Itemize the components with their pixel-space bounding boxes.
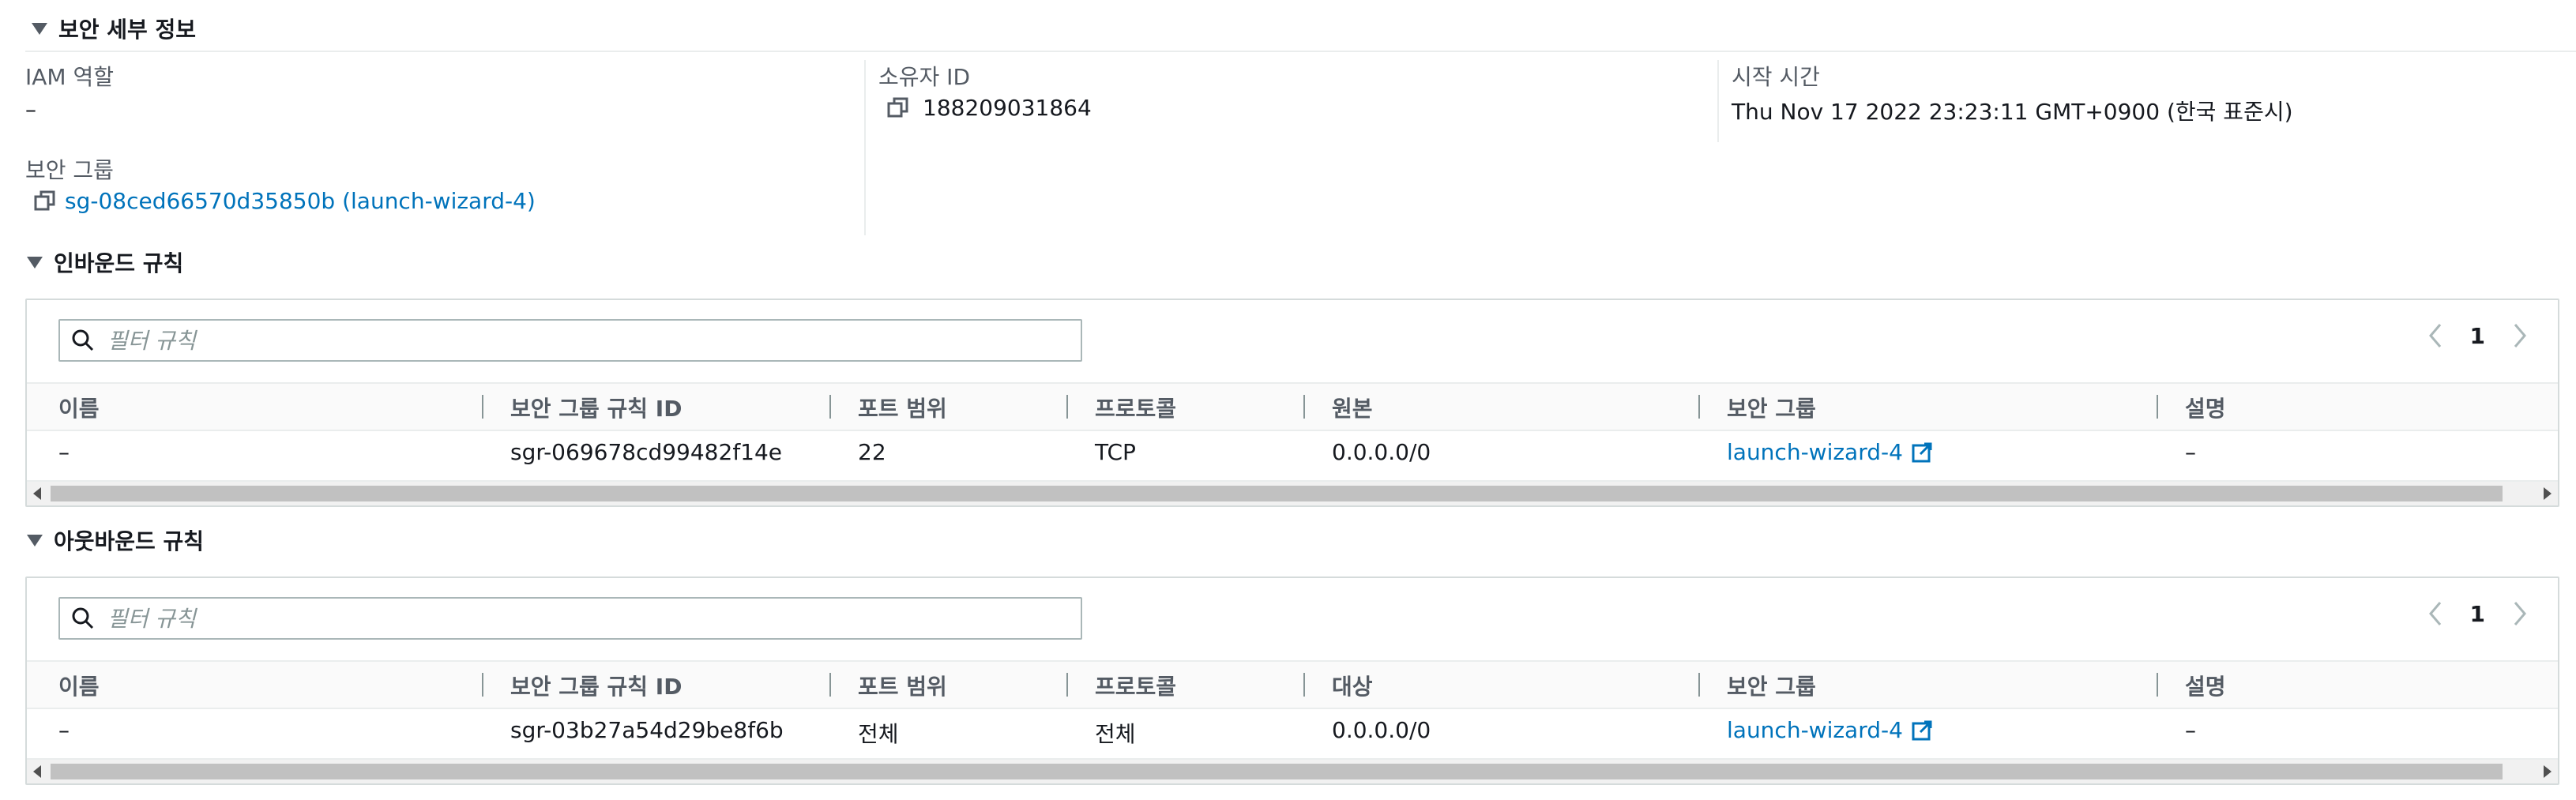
column-resizer[interactable] — [1303, 673, 1305, 697]
caret-down-icon — [27, 534, 43, 546]
outbound-pagination: 1 — [2427, 600, 2528, 627]
cell-description: – — [2185, 439, 2196, 465]
cell-source: 0.0.0.0/0 — [1332, 439, 1431, 465]
column-header-name[interactable]: 이름 — [58, 392, 100, 423]
copy-icon[interactable] — [33, 190, 57, 213]
caret-down-icon — [27, 256, 43, 269]
column-header-port-range[interactable]: 포트 범위 — [858, 392, 947, 423]
page-number[interactable]: 1 — [2470, 323, 2485, 349]
chevron-right-icon[interactable] — [2512, 600, 2528, 627]
external-link-icon[interactable] — [1911, 719, 1933, 742]
chevron-left-icon[interactable] — [2427, 322, 2443, 349]
horizontal-scrollbar[interactable] — [27, 758, 2558, 783]
cell-port-range: 22 — [858, 439, 886, 465]
column-header-rule-id[interactable]: 보안 그룹 규칙 ID — [510, 670, 682, 701]
column-resizer[interactable] — [829, 395, 831, 419]
outbound-rules-toggle[interactable]: 아웃바운드 규칙 — [27, 524, 204, 556]
inbound-filter-input[interactable] — [106, 326, 1041, 355]
owner-id-value: 188209031864 — [923, 95, 1092, 121]
cell-rule-id: sgr-03b27a54d29be8f6b — [510, 717, 784, 743]
column-header-security-group[interactable]: 보안 그룹 — [1727, 670, 1816, 701]
column-header-source[interactable]: 원본 — [1332, 392, 1373, 423]
column-header-protocol[interactable]: 프로토콜 — [1095, 392, 1176, 423]
security-group-link[interactable]: launch-wizard-4 — [1727, 439, 1903, 465]
column-resizer[interactable] — [1066, 673, 1068, 697]
security-groups-label: 보안 그룹 — [25, 157, 114, 183]
chevron-right-icon[interactable] — [2512, 322, 2528, 349]
column-divider — [864, 60, 866, 235]
cell-security-group: launch-wizard-4 — [1727, 439, 1933, 465]
security-details-title: 보안 세부 정보 — [58, 17, 197, 43]
column-resizer[interactable] — [829, 673, 831, 697]
owner-id: 188209031864 — [886, 95, 1092, 121]
start-time-label: 시작 시간 — [1732, 64, 1820, 90]
inbound-rules-table: 1 이름 보안 그룹 규칙 ID 포트 범위 프로토콜 원본 보안 그룹 설명 … — [25, 299, 2559, 507]
scroll-left-arrow-icon[interactable] — [33, 487, 41, 500]
column-header-rule-id[interactable]: 보안 그룹 규칙 ID — [510, 392, 682, 423]
outbound-filter[interactable] — [58, 597, 1082, 640]
inbound-pagination: 1 — [2427, 322, 2528, 349]
inbound-rules-title: 인바운드 규칙 — [54, 250, 184, 276]
copy-icon[interactable] — [886, 96, 910, 120]
security-group-item: sg-08ced66570d35850b (launch-wizard-4) — [33, 188, 536, 214]
start-time-value: Thu Nov 17 2022 23:23:11 GMT+0900 (한국 표준… — [1732, 99, 2293, 125]
table-header: 이름 보안 그룹 규칙 ID 포트 범위 프로토콜 원본 보안 그룹 설명 — [27, 382, 2558, 431]
iam-role-label: IAM 역할 — [25, 64, 114, 90]
security-group-link[interactable]: launch-wizard-4 — [1727, 717, 1903, 743]
inbound-filter[interactable] — [58, 319, 1082, 362]
column-resizer[interactable] — [2157, 673, 2158, 697]
scroll-left-arrow-icon[interactable] — [33, 765, 41, 778]
column-header-name[interactable]: 이름 — [58, 670, 100, 701]
column-header-destination[interactable]: 대상 — [1332, 670, 1373, 701]
outbound-rules-title: 아웃바운드 규칙 — [54, 528, 205, 554]
cell-security-group: launch-wizard-4 — [1727, 717, 1933, 743]
column-header-protocol[interactable]: 프로토콜 — [1095, 670, 1176, 701]
table-row: – sgr-03b27a54d29be8f6b 전체 전체 0.0.0.0/0 … — [27, 706, 2558, 755]
column-header-port-range[interactable]: 포트 범위 — [858, 670, 947, 701]
cell-port-range: 전체 — [858, 721, 899, 747]
cell-description: – — [2185, 717, 2196, 743]
external-link-icon[interactable] — [1911, 441, 1933, 464]
column-resizer[interactable] — [482, 395, 483, 419]
column-header-description[interactable]: 설명 — [2185, 670, 2226, 701]
column-header-description[interactable]: 설명 — [2185, 392, 2226, 423]
cell-name: – — [58, 439, 70, 465]
column-resizer[interactable] — [482, 673, 483, 697]
table-row: – sgr-069678cd99482f14e 22 TCP 0.0.0.0/0… — [27, 428, 2558, 477]
iam-role-value: – — [25, 96, 36, 122]
inbound-rules-toggle[interactable]: 인바운드 규칙 — [27, 246, 183, 278]
page-number[interactable]: 1 — [2470, 601, 2485, 627]
cell-destination: 0.0.0.0/0 — [1332, 717, 1431, 743]
column-resizer[interactable] — [1698, 395, 1700, 419]
column-resizer[interactable] — [1303, 395, 1305, 419]
security-group-link[interactable]: sg-08ced66570d35850b (launch-wizard-4) — [65, 188, 536, 214]
column-divider — [1717, 60, 1719, 142]
owner-id-label: 소유자 ID — [878, 64, 970, 90]
scrollbar-thumb[interactable] — [51, 486, 2503, 501]
outbound-filter-input[interactable] — [106, 604, 1041, 633]
cell-rule-id: sgr-069678cd99482f14e — [510, 439, 783, 465]
search-icon — [72, 607, 94, 629]
column-header-security-group[interactable]: 보안 그룹 — [1727, 392, 1816, 423]
table-header: 이름 보안 그룹 규칙 ID 포트 범위 프로토콜 대상 보안 그룹 설명 — [27, 660, 2558, 709]
cell-protocol: 전체 — [1095, 721, 1136, 747]
scrollbar-thumb[interactable] — [51, 764, 2503, 779]
scroll-right-arrow-icon[interactable] — [2544, 765, 2552, 778]
chevron-left-icon[interactable] — [2427, 600, 2443, 627]
security-details-toggle[interactable]: 보안 세부 정보 — [32, 13, 196, 44]
outbound-rules-table: 1 이름 보안 그룹 규칙 ID 포트 범위 프로토콜 대상 보안 그룹 설명 … — [25, 577, 2559, 785]
column-resizer[interactable] — [2157, 395, 2158, 419]
cell-name: – — [58, 717, 70, 743]
caret-down-icon — [32, 22, 47, 35]
search-icon — [72, 329, 94, 351]
scroll-right-arrow-icon[interactable] — [2544, 487, 2552, 500]
column-resizer[interactable] — [1698, 673, 1700, 697]
divider — [25, 51, 2576, 52]
horizontal-scrollbar[interactable] — [27, 480, 2558, 505]
column-resizer[interactable] — [1066, 395, 1068, 419]
cell-protocol: TCP — [1095, 439, 1136, 465]
